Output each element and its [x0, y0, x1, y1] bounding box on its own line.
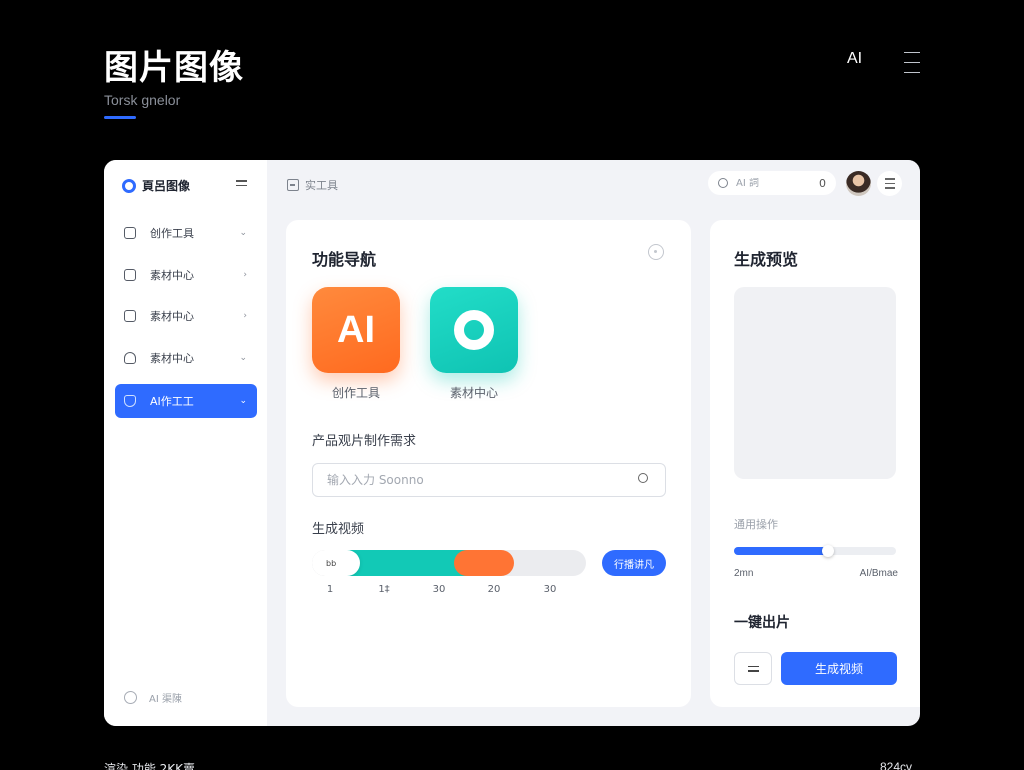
footer-info: 渲染 功能 2KK賣	[104, 762, 196, 770]
sidebar-item-label: 素材中心	[150, 269, 194, 282]
chevron-down-icon: ⌄	[239, 353, 247, 363]
slider-max-label: AI/Bmae	[859, 568, 898, 579]
title-underline	[104, 116, 136, 119]
demand-label: 产品观片制作需求	[312, 434, 417, 449]
feature-nav-title: 功能导航	[312, 250, 377, 269]
tick-label: 30	[543, 584, 557, 595]
tile-assets[interactable]	[430, 287, 518, 373]
sidebar-item-label: 素材中心	[150, 310, 194, 323]
sidebar-footer-label: AI 渠陳	[149, 694, 182, 705]
breadcrumb-label: 实工具	[305, 179, 338, 192]
progress-track[interactable]: bb	[312, 550, 586, 576]
brand-name: 頁呂图像	[142, 179, 191, 193]
search-clear-icon[interactable]: 0	[819, 177, 826, 190]
tick-label: 30	[432, 584, 446, 595]
feature-nav-card: 功能导航 AI 创作工具 素材中心 产品观片制作需求 生成视频 bb 行播讲凡 …	[286, 220, 691, 707]
preview-title: 生成预览	[734, 250, 799, 269]
tile-create-tools[interactable]: AI	[312, 287, 400, 373]
top-bar: 实工具 0	[267, 160, 920, 208]
image-icon	[124, 310, 136, 322]
avatar[interactable]	[846, 171, 871, 196]
search-input[interactable]	[736, 177, 800, 189]
sidebar-item-ai-tools[interactable]: AI作工工 ⌄	[115, 384, 257, 418]
footer-size: 824cv	[880, 760, 913, 770]
progress-segment-orange[interactable]	[454, 550, 514, 576]
folder-icon	[124, 269, 136, 281]
chevron-right-icon: ›	[243, 270, 247, 280]
slider-min-label: 2mn	[734, 568, 754, 579]
clear-icon[interactable]	[638, 473, 648, 483]
search-icon	[718, 178, 728, 188]
brand[interactable]: 頁呂图像	[122, 177, 190, 194]
chevron-down-icon: ⌄	[239, 228, 247, 238]
sidebar-item-assets-1[interactable]: 素材中心 ›	[115, 258, 257, 292]
progress-start-handle[interactable]: bb	[312, 550, 360, 576]
preview-slider[interactable]	[734, 545, 896, 557]
sidebar-item-label: 素材中心	[150, 352, 194, 365]
ring-icon	[454, 310, 494, 350]
shield-icon	[124, 395, 136, 407]
generate-video-button[interactable]: 生成视频	[781, 652, 897, 685]
menu-icon[interactable]	[904, 52, 920, 73]
preview-canvas	[734, 287, 896, 479]
info-icon[interactable]	[648, 244, 664, 260]
collapse-icon[interactable]	[236, 180, 247, 189]
page-title: 图片图像	[104, 48, 244, 88]
breadcrumb[interactable]: 实工具	[287, 177, 338, 193]
sidebar-item-assets-3[interactable]: 素材中心 ⌄	[115, 341, 257, 375]
sidebar-item-assets-2[interactable]: 素材中心 ›	[115, 299, 257, 333]
tile-caption: 素材中心	[449, 386, 498, 400]
more-menu-button[interactable]	[877, 171, 902, 196]
slider-knob[interactable]	[821, 545, 834, 557]
sidebar-footer[interactable]: AI 渠陳	[124, 690, 182, 705]
one-key-title: 一键出片	[734, 615, 790, 631]
gauge-icon	[124, 691, 137, 704]
ai-label[interactable]: AI	[847, 50, 862, 68]
logo-icon	[122, 178, 136, 193]
tile-caption: 创作工具	[331, 386, 380, 400]
tick-label: 1	[326, 584, 334, 595]
tick-label: 1‡	[378, 584, 390, 595]
app-window: 頁呂图像 创作工具 ⌄ 素材中心 › 素材中心 › 素材中心 ⌄ AI作工工 ⌄	[104, 160, 920, 726]
generate-button[interactable]: 行播讲凡	[602, 550, 666, 576]
document-icon	[124, 227, 136, 239]
ai-glyph: AI	[337, 308, 375, 351]
sidebar-item-label: AI作工工	[150, 395, 194, 408]
adjust-button[interactable]	[734, 652, 772, 685]
progress-label: 生成视频	[312, 522, 365, 537]
sidebar-item-create-tools[interactable]: 创作工具 ⌄	[115, 216, 257, 250]
sidebar: 頁呂图像 创作工具 ⌄ 素材中心 › 素材中心 › 素材中心 ⌄ AI作工工 ⌄	[104, 160, 267, 726]
minus-box-icon	[287, 179, 299, 191]
sidebar-item-label: 创作工具	[150, 227, 194, 240]
chevron-right-icon: ›	[243, 311, 247, 321]
chevron-down-icon: ⌄	[239, 396, 247, 406]
home-icon	[124, 352, 136, 364]
demand-input[interactable]	[312, 463, 666, 497]
slider-fill	[734, 547, 828, 555]
preview-card: 生成预览 通用操作 2mn AI/Bmae 一键出片 生成视频	[710, 220, 920, 707]
search-box: 0	[708, 171, 836, 195]
page-subtitle: Torsk gnelor	[104, 92, 181, 108]
tick-label: 20	[487, 584, 501, 595]
common-ops-label: 通用操作	[734, 518, 778, 531]
